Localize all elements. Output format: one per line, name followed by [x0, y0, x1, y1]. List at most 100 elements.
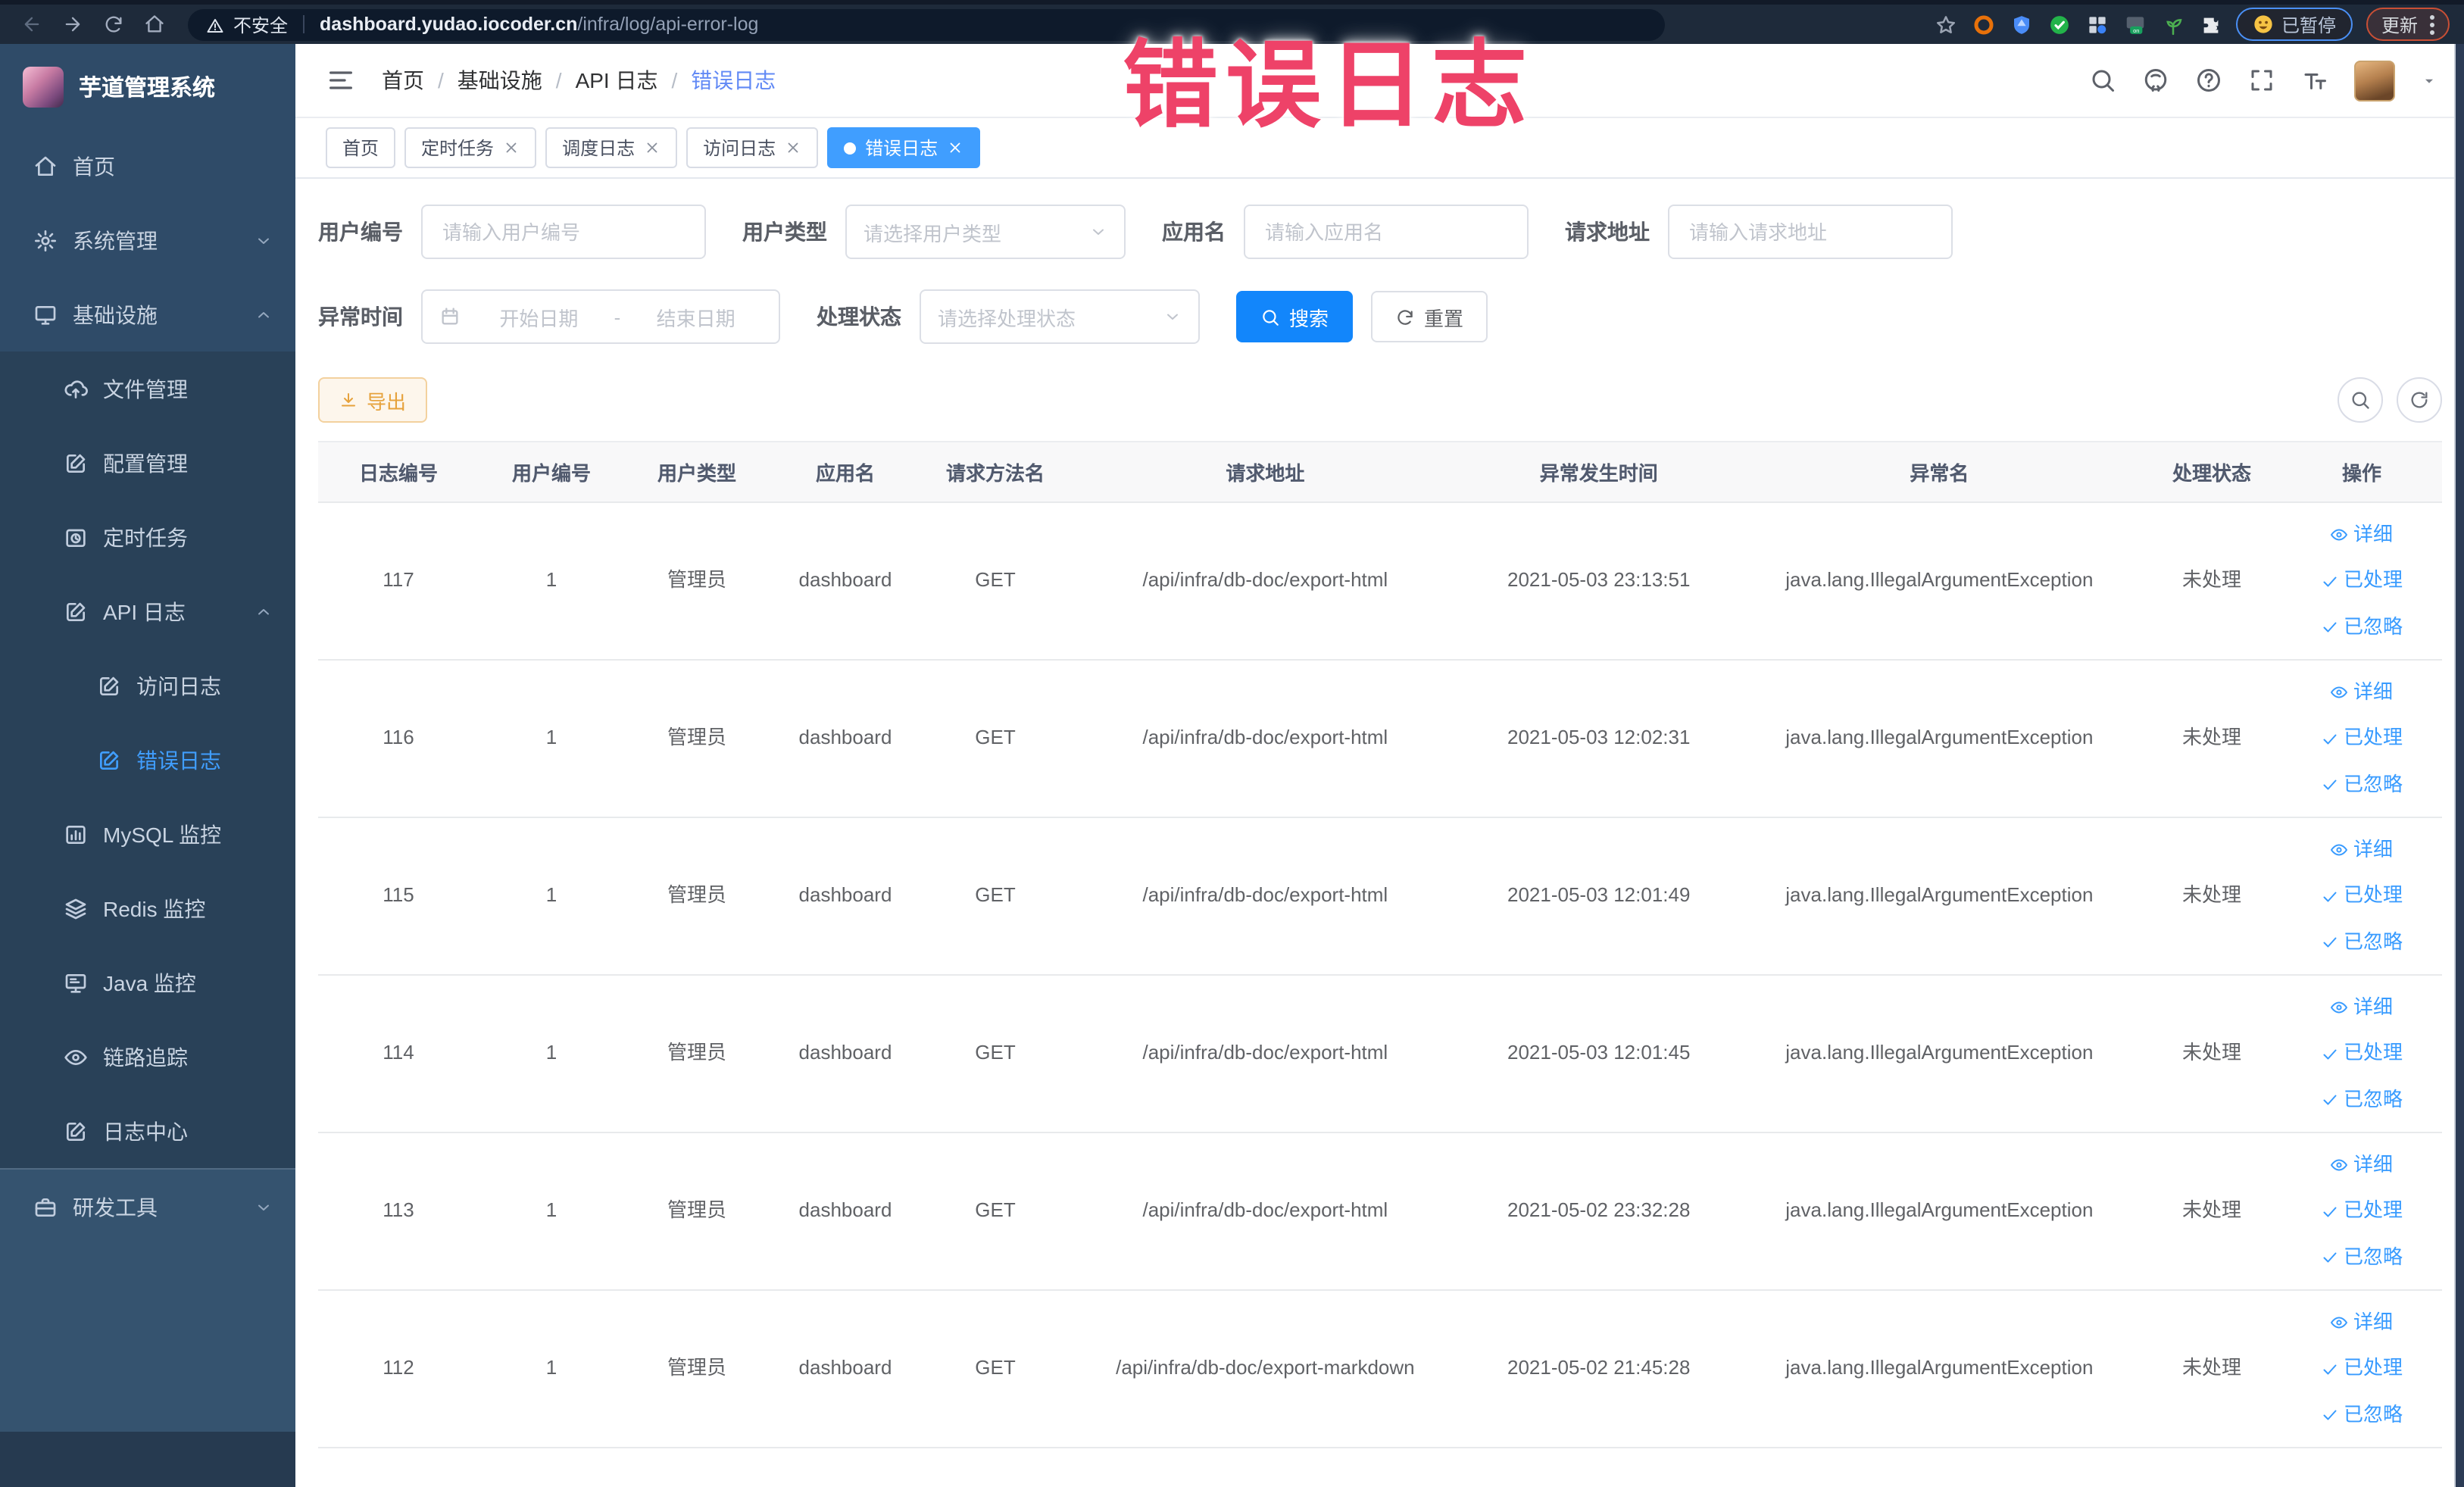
cell-time: 2021-05-03 12:01:45 [1507, 1041, 1691, 1064]
action-done-link[interactable]: 已处理 [2321, 1354, 2403, 1383]
sidebar-item-scheduled-jobs[interactable]: 定时任务 [0, 500, 295, 574]
action-done-link[interactable]: 已处理 [2321, 1197, 2403, 1226]
refresh-button[interactable] [2397, 377, 2442, 423]
cell-time: 2021-05-02 23:32:28 [1507, 1198, 1691, 1222]
action-done-link[interactable]: 已处理 [2321, 882, 2403, 911]
action-detail-link[interactable]: 详细 [2331, 1151, 2393, 1179]
action-ignored-link[interactable]: 已忽略 [2321, 770, 2403, 799]
page-scrollbar[interactable] [2454, 44, 2464, 1487]
hamburger-icon[interactable] [326, 65, 356, 95]
close-icon[interactable] [785, 139, 801, 156]
action-detail-link[interactable]: 详细 [2331, 678, 2393, 707]
browser-toolbar-right: on 已暂停 更新 [1935, 8, 2450, 41]
process-status-select[interactable]: 请选择处理状态 [920, 289, 1200, 344]
edit-square-icon [64, 451, 88, 475]
sidebar-item-java-monitor[interactable]: Java 监控 [0, 945, 295, 1020]
browser-update-button[interactable]: 更新 [2366, 8, 2450, 41]
navbar: 首页 / 基础设施 / API 日志 / 错误日志 [295, 44, 2464, 118]
action-ignored-link[interactable]: 已忽略 [2321, 613, 2403, 642]
breadcrumb-item[interactable]: API 日志 [576, 65, 658, 95]
action-done-link[interactable]: 已处理 [2321, 1039, 2403, 1068]
apps-grid-icon[interactable] [2086, 13, 2109, 36]
sidebar-item-label: 研发工具 [73, 1195, 158, 1219]
action-ignored-link[interactable]: 已忽略 [2321, 1086, 2403, 1114]
sidebar-item-mysql-monitor[interactable]: MySQL 监控 [0, 797, 295, 871]
table-toolbar: 导出 [318, 377, 2442, 423]
reload-button[interactable] [100, 11, 126, 37]
user-id-input[interactable] [439, 219, 688, 245]
action-ignored-link[interactable]: 已忽略 [2321, 1243, 2403, 1272]
app-logo[interactable]: 芋道管理系统 [0, 44, 295, 129]
home-icon [33, 154, 58, 178]
sidebar-item-home[interactable]: 首页 [0, 129, 295, 203]
sidebar-item-infrastructure[interactable]: 基础设施 [0, 277, 295, 351]
home-button[interactable] [141, 11, 167, 37]
user-type-select[interactable]: 请选择用户类型 [845, 205, 1126, 259]
sidebar-item-file-mgmt[interactable]: 文件管理 [0, 351, 295, 426]
sidebar-item-error-log[interactable]: 错误日志 [0, 723, 295, 797]
exception-time-daterange[interactable]: 开始日期 - 结束日期 [421, 289, 780, 344]
github-button[interactable] [2142, 67, 2169, 94]
sidebar-item-dev-tools[interactable]: 研发工具 [0, 1170, 295, 1244]
sidebar-item-access-log[interactable]: 访问日志 [0, 648, 295, 723]
shield-icon[interactable] [2010, 13, 2033, 36]
tab-home[interactable]: 首页 [326, 127, 396, 168]
close-icon[interactable] [644, 139, 661, 156]
bookmark-star-icon[interactable] [1935, 13, 1957, 36]
profile-paused-chip[interactable]: 已暂停 [2235, 8, 2353, 41]
sidebar-item-config-mgmt[interactable]: 配置管理 [0, 426, 295, 500]
action-label: 已忽略 [2343, 1087, 2403, 1111]
back-button[interactable] [18, 11, 44, 37]
tab-schedule-log[interactable]: 调度日志 [545, 127, 678, 168]
tab-error-log[interactable]: 错误日志 [827, 127, 981, 168]
reset-button[interactable]: 重置 [1371, 291, 1488, 342]
export-button[interactable]: 导出 [318, 377, 428, 423]
action-detail-link[interactable]: 详细 [2331, 836, 2393, 864]
address-bar[interactable]: 不安全 dashboard.yudao.iocoder.cn/infra/log… [188, 8, 1665, 40]
search-toggle-button[interactable] [2338, 377, 2383, 423]
action-detail-link[interactable]: 详细 [2331, 993, 2393, 1022]
app-name-input[interactable] [1262, 219, 1510, 245]
action-ignored-link[interactable]: 已忽略 [2321, 928, 2403, 957]
header-search-button[interactable] [2089, 67, 2116, 94]
chevron-down-icon[interactable] [2421, 72, 2437, 89]
forward-button[interactable] [59, 11, 85, 37]
close-icon[interactable] [503, 139, 520, 156]
cell-id: 112 [383, 1356, 414, 1379]
action-detail-link[interactable]: 详细 [2331, 1308, 2393, 1337]
breadcrumb-item[interactable]: 首页 [382, 65, 424, 95]
search-button[interactable]: 搜索 [1236, 291, 1354, 342]
sidebar-item-api-log[interactable]: API 日志 [0, 574, 295, 648]
action-done-link[interactable]: 已处理 [2321, 724, 2403, 753]
tab-scheduled-jobs[interactable]: 定时任务 [404, 127, 537, 168]
action-label: 已忽略 [2343, 1402, 2403, 1426]
action-detail-link[interactable]: 详细 [2331, 520, 2393, 549]
action-done-link[interactable]: 已处理 [2321, 567, 2403, 595]
action-ignored-link[interactable]: 已忽略 [2321, 1401, 2403, 1429]
cell-actions: 详细 已处理 已忽略 [2281, 520, 2442, 642]
fullscreen-button[interactable] [2248, 67, 2275, 94]
check-icon [2321, 1248, 2339, 1267]
breadcrumb-item[interactable]: 基础设施 [458, 65, 542, 95]
url-path: /infra/log/api-error-log [577, 14, 759, 35]
sidebar-item-trace[interactable]: 链路追踪 [0, 1020, 295, 1094]
sidebar-item-log-center[interactable]: 日志中心 [0, 1094, 295, 1168]
tab-access-log[interactable]: 访问日志 [686, 127, 819, 168]
table-row: 116 1 管理员 dashboard GET/api/infra/db-doc/exp… [318, 661, 2442, 818]
help-button[interactable] [2195, 67, 2222, 94]
browser-menu-kebab-icon[interactable] [2430, 14, 2434, 34]
sprout-icon[interactable] [2162, 13, 2184, 36]
sidebar-item-system-mgmt[interactable]: 系统管理 [0, 203, 295, 277]
adblock-ring-icon[interactable] [1972, 13, 1995, 36]
extensions-puzzle-icon[interactable] [2200, 13, 2222, 36]
request-url-input[interactable] [1686, 219, 1935, 245]
sidebar-item-redis-monitor[interactable]: Redis 监控 [0, 871, 295, 945]
switch-on-icon[interactable]: on [2124, 13, 2147, 36]
user-avatar[interactable] [2354, 60, 2395, 101]
close-icon[interactable] [947, 139, 963, 156]
green-check-extension-icon[interactable] [2048, 13, 2071, 36]
font-size-button[interactable] [2301, 67, 2328, 94]
filter-user-type: 用户类型 请选择用户类型 [742, 205, 1126, 259]
paused-label: 已暂停 [2281, 14, 2336, 36]
security-label: 不安全 [233, 14, 289, 36]
